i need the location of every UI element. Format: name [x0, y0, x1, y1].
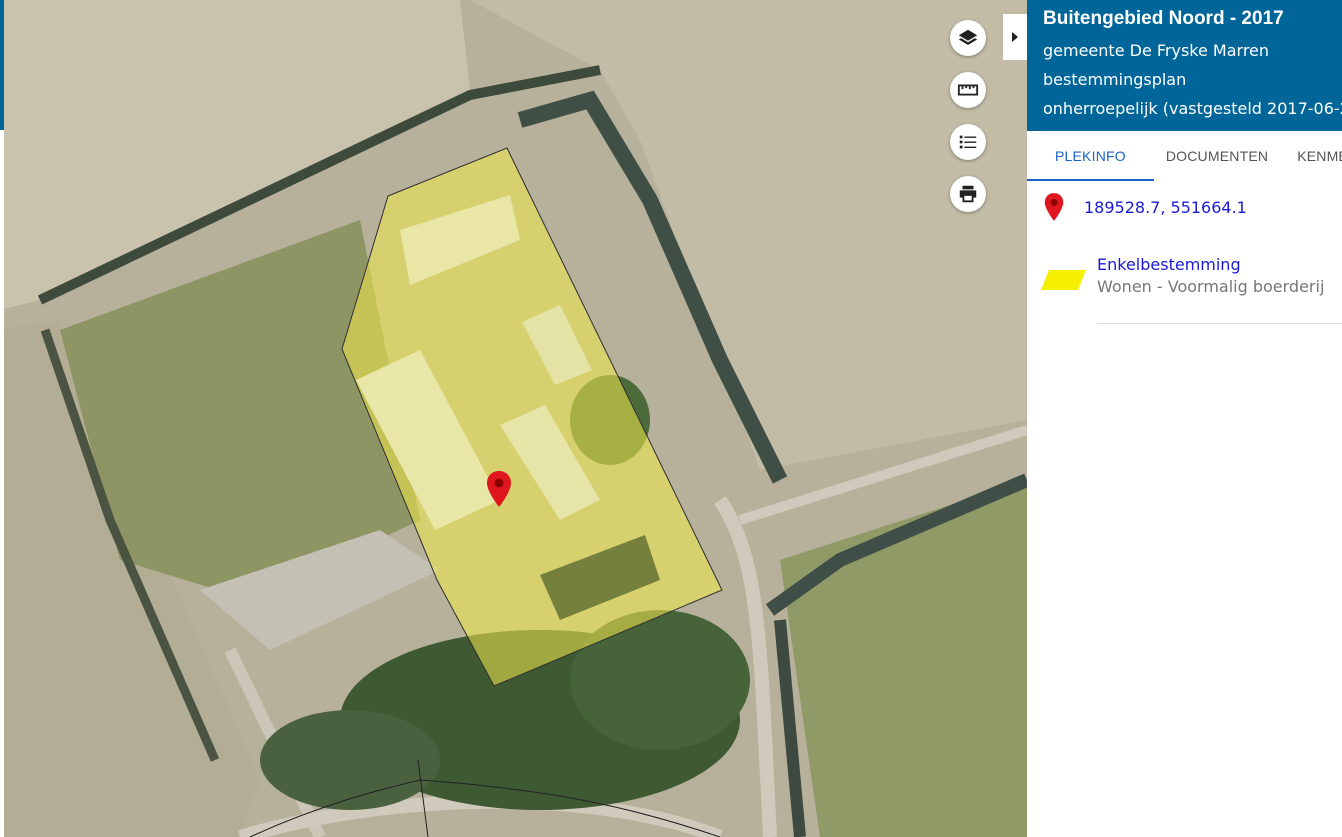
list-icon: [959, 135, 977, 149]
panel-tabs: PLEKINFO DOCUMENTEN KENMERKEN: [1027, 131, 1342, 181]
coordinates: 189528.7, 551664.1: [1084, 197, 1247, 217]
legend-button[interactable]: [950, 124, 986, 160]
municipality: gemeente De Fryske Marren: [1043, 41, 1270, 60]
tab-plekinfo[interactable]: PLEKINFO: [1027, 131, 1154, 181]
plan-title: Buitengebied Noord - 2017: [1043, 8, 1284, 29]
plan-status: onherroepelijk (vastgesteld 2017-06-28): [1043, 99, 1342, 118]
printer-icon: [959, 185, 977, 203]
location-row: 189528.7, 551664.1: [1044, 192, 1247, 222]
map-pin-icon[interactable]: [486, 471, 512, 507]
layers-button[interactable]: [950, 20, 986, 56]
map-pin-icon: [1044, 193, 1064, 221]
plan-type: bestemmingsplan: [1043, 70, 1187, 89]
print-button[interactable]: [950, 176, 986, 212]
layers-icon: [958, 29, 978, 46]
legend-row: Enkelbestemming Wonen - Voormalig boerde…: [1041, 254, 1324, 298]
map-view[interactable]: [0, 0, 1027, 837]
ruler-icon: [957, 84, 979, 96]
tab-documenten[interactable]: DOCUMENTEN: [1166, 131, 1268, 181]
panel-header: Buitengebied Noord - 2017 gemeente De Fr…: [1027, 0, 1342, 131]
info-panel: Buitengebied Noord - 2017 gemeente De Fr…: [1027, 0, 1342, 837]
tab-kenmerken[interactable]: KENMERKEN: [1297, 131, 1342, 181]
caret-right-icon: [1012, 32, 1018, 42]
aerial-photo: [0, 0, 1027, 837]
measure-button[interactable]: [950, 72, 986, 108]
legend-title-link[interactable]: Enkelbestemming: [1097, 254, 1324, 276]
legend-swatch: [1041, 270, 1086, 290]
left-edge-strip: [0, 0, 4, 837]
legend-description: Wonen - Voormalig boerderij: [1097, 277, 1325, 296]
panel-toggle-button[interactable]: [1003, 14, 1027, 60]
divider: [1097, 323, 1342, 324]
